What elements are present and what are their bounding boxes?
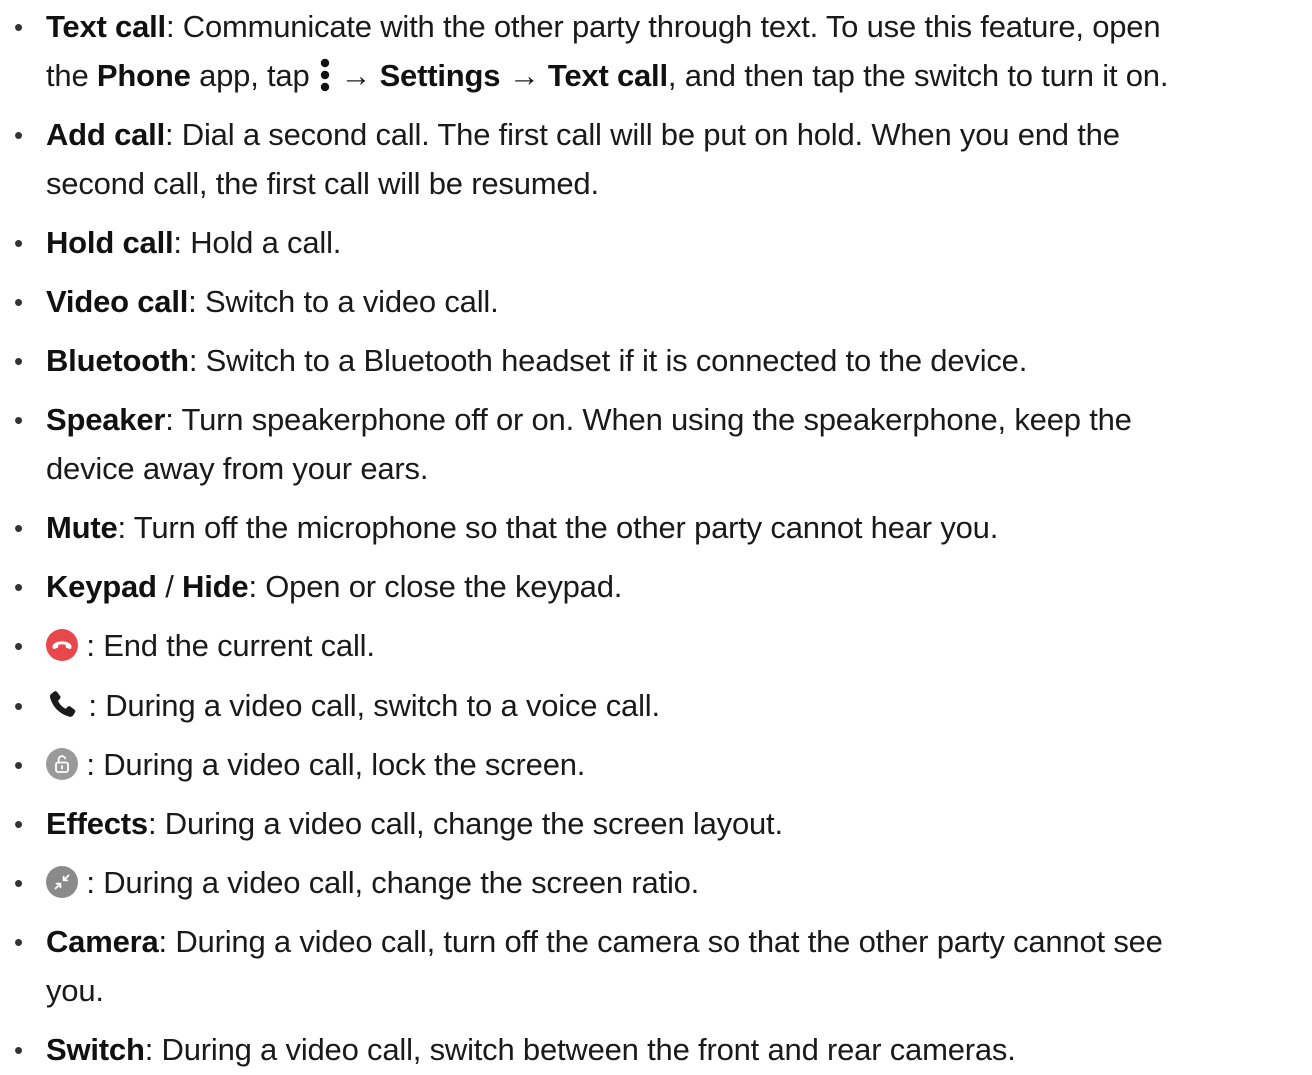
term-keypad: Keypad bbox=[46, 569, 157, 604]
list-item-keypad-hide: • Keypad / Hide: Open or close the keypa… bbox=[0, 562, 1305, 612]
list-item-screen-ratio: • : During a video call, change the scre… bbox=[0, 858, 1305, 908]
description: : During a video call, change the screen… bbox=[147, 806, 783, 841]
list-item-end-call: • : End the current call. bbox=[0, 621, 1305, 671]
description: : Hold a call. bbox=[173, 225, 342, 260]
list-item-effects: • Effects: During a video call, change t… bbox=[0, 799, 1305, 849]
screen-ratio-icon bbox=[46, 865, 78, 898]
bullet: • bbox=[14, 12, 23, 42]
list-item-bluetooth: • Bluetooth: Switch to a Bluetooth heads… bbox=[0, 336, 1305, 386]
term-hide: Hide bbox=[182, 569, 249, 604]
feature-list: • Text call: Communicate with the other … bbox=[0, 0, 1312, 1067]
description-continued: second call, the first call will be resu… bbox=[46, 166, 599, 201]
description: : During a video call, lock the screen. bbox=[78, 747, 586, 782]
term-add-call: Add call bbox=[46, 117, 165, 152]
bullet: • bbox=[14, 513, 23, 543]
bullet: • bbox=[14, 405, 23, 435]
bullet: • bbox=[14, 228, 23, 258]
list-item-text-call: • Text call: Communicate with the other … bbox=[0, 2, 1305, 102]
list-item-camera: • Camera: During a video call, turn off … bbox=[0, 917, 1305, 1017]
voice-call-icon bbox=[46, 689, 80, 721]
list-item-switch: • Switch: During a video call, switch be… bbox=[0, 1025, 1305, 1075]
description: : Communicate with the other party throu… bbox=[165, 9, 1161, 44]
term-effects: Effects bbox=[46, 806, 148, 841]
description-continued: device away from your ears. bbox=[46, 451, 429, 486]
list-item-lock-screen: • : During a video call, lock the screen… bbox=[0, 740, 1305, 790]
bullet: • bbox=[14, 1035, 23, 1065]
bullet: • bbox=[14, 631, 23, 661]
description: : During a video call, change the screen… bbox=[78, 865, 700, 900]
description: : Turn off the microphone so that the ot… bbox=[117, 510, 999, 545]
bullet: • bbox=[14, 809, 23, 839]
list-item-video-call: • Video call: Switch to a video call. bbox=[0, 277, 1305, 327]
term-speaker: Speaker bbox=[46, 402, 166, 437]
menu-text-call: Text call bbox=[547, 58, 668, 93]
description: : Switch to a Bluetooth headset if it is… bbox=[188, 343, 1028, 378]
term-switch: Switch bbox=[46, 1032, 145, 1067]
description: : During a video call, switch to a voice… bbox=[80, 688, 660, 723]
list-item-add-call: • Add call: Dial a second call. The firs… bbox=[0, 110, 1305, 210]
term-video-call: Video call bbox=[46, 284, 189, 319]
bullet: • bbox=[14, 120, 23, 150]
description: : Turn speakerphone off or on. When usin… bbox=[165, 402, 1132, 437]
description: : Switch to a video call. bbox=[188, 284, 499, 319]
bullet: • bbox=[14, 927, 23, 957]
end-call-icon bbox=[46, 628, 78, 661]
lock-screen-icon bbox=[46, 747, 78, 780]
bullet: • bbox=[14, 750, 23, 780]
bullet: • bbox=[14, 691, 23, 721]
term-mute: Mute bbox=[46, 510, 118, 545]
description: : End the current call. bbox=[78, 628, 375, 663]
bullet: • bbox=[14, 868, 23, 898]
bullet: • bbox=[14, 287, 23, 317]
term-camera: Camera bbox=[46, 924, 159, 959]
term-hold-call: Hold call bbox=[46, 225, 174, 260]
more-options-icon bbox=[318, 55, 332, 95]
app-name-phone: Phone bbox=[96, 58, 191, 93]
bullet: • bbox=[14, 346, 23, 376]
term-bluetooth: Bluetooth bbox=[46, 343, 189, 378]
list-item-speaker: • Speaker: Turn speakerphone off or on. … bbox=[0, 395, 1305, 495]
term-text-call: Text call bbox=[46, 9, 166, 44]
menu-settings: Settings bbox=[379, 58, 501, 93]
description: : During a video call, turn off the came… bbox=[158, 924, 1163, 959]
description: : Open or close the keypad. bbox=[248, 569, 623, 604]
list-item-voice-call: • : During a video call, switch to a voi… bbox=[0, 681, 1305, 731]
description-continued: you. bbox=[46, 973, 104, 1008]
description: : Dial a second call. The first call wil… bbox=[164, 117, 1120, 152]
description: : During a video call, switch between th… bbox=[144, 1032, 1016, 1067]
list-item-mute: • Mute: Turn off the microphone so that … bbox=[0, 503, 1305, 553]
list-item-hold-call: • Hold call: Hold a call. bbox=[0, 218, 1305, 268]
bullet: • bbox=[14, 572, 23, 602]
